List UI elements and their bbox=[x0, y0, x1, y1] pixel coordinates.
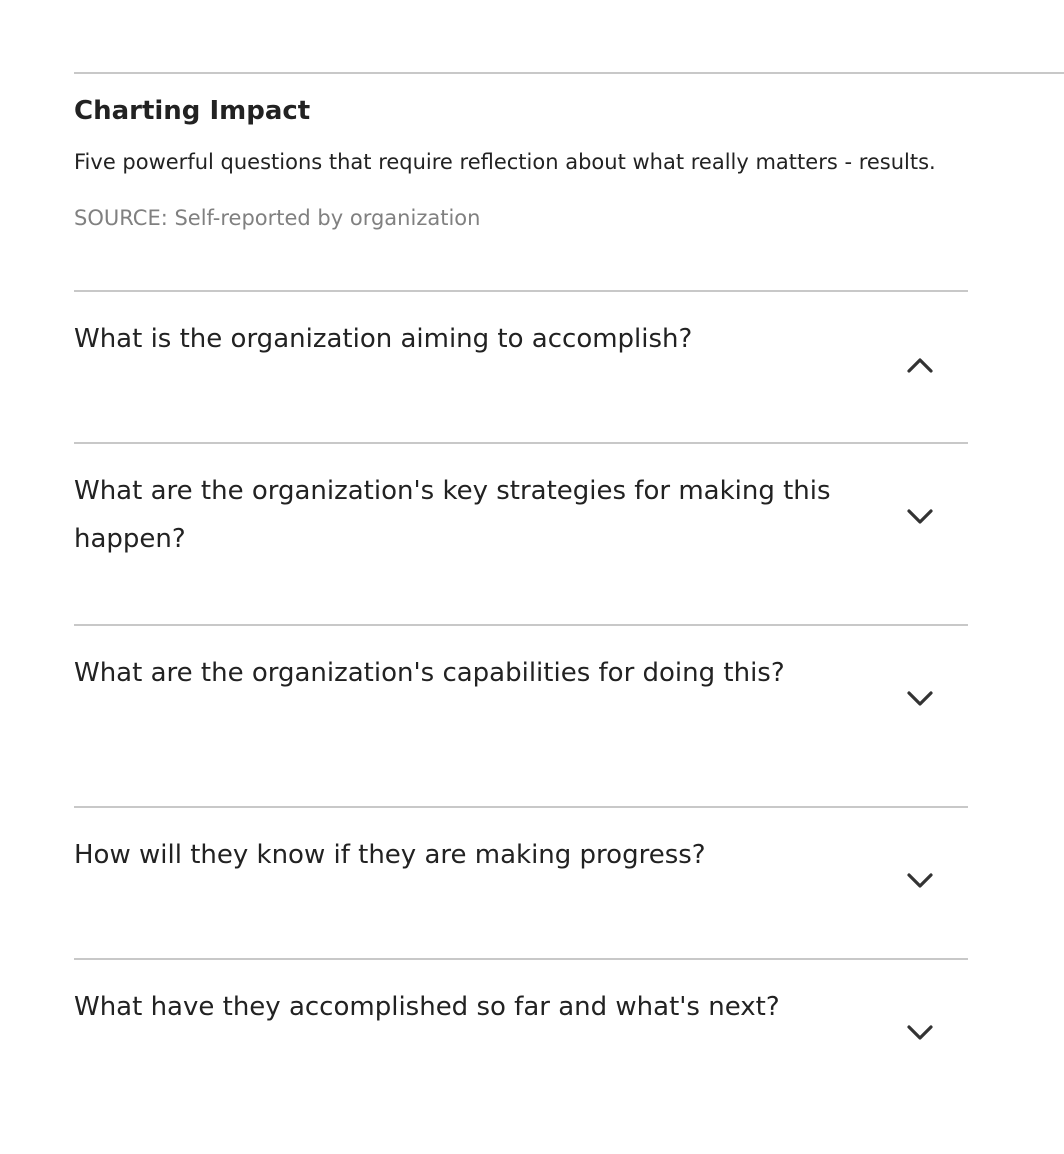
accordion-question[interactable]: What is the organization aiming to accom… bbox=[74, 315, 834, 363]
accordion-item-strategies[interactable]: What are the organization's key strategi… bbox=[74, 442, 968, 624]
accordion-item-progress[interactable]: How will they know if they are making pr… bbox=[74, 806, 968, 958]
accordion-question[interactable]: How will they know if they are making pr… bbox=[74, 831, 834, 879]
chevron-down-icon[interactable] bbox=[906, 685, 934, 713]
chevron-down-icon[interactable] bbox=[906, 503, 934, 531]
chevron-up-icon[interactable] bbox=[906, 351, 934, 379]
accordion-item-accomplishments[interactable]: What have they accomplished so far and w… bbox=[74, 958, 968, 1140]
accordion-question[interactable]: What are the organization's capabilities… bbox=[74, 649, 834, 697]
accordion-question[interactable]: What have they accomplished so far and w… bbox=[74, 983, 834, 1031]
top-divider bbox=[74, 72, 1064, 74]
charting-impact-accordion: What is the organization aiming to accom… bbox=[74, 290, 968, 1140]
section-source: SOURCE: Self-reported by organization bbox=[74, 206, 481, 230]
chevron-down-icon[interactable] bbox=[906, 867, 934, 895]
accordion-item-aim[interactable]: What is the organization aiming to accom… bbox=[74, 290, 968, 442]
accordion-item-capabilities[interactable]: What are the organization's capabilities… bbox=[74, 624, 968, 806]
section-description: Five powerful questions that require ref… bbox=[74, 150, 936, 174]
section-title: Charting Impact bbox=[74, 96, 311, 126]
chevron-down-icon[interactable] bbox=[906, 1019, 934, 1047]
accordion-question[interactable]: What are the organization's key strategi… bbox=[74, 467, 834, 563]
